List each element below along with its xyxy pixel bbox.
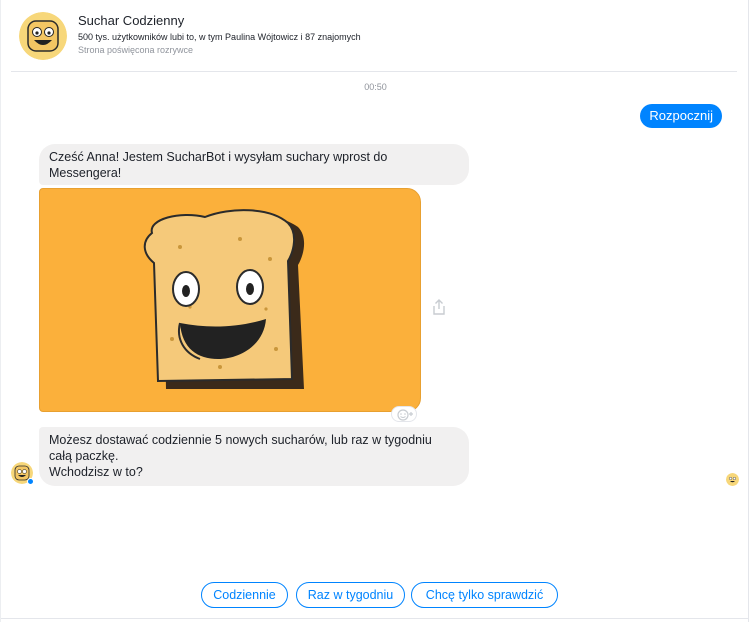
page-likes-text: 500 tys. użytkowników lubi to, w tym Pau…	[78, 32, 361, 42]
incoming-message[interactable]: Cześć Anna! Jestem SucharBot i wysyłam s…	[39, 144, 469, 185]
toast-mascot-image[interactable]	[39, 188, 421, 412]
page-title[interactable]: Suchar Codzienny	[78, 13, 184, 28]
message-line: Wchodzisz w to?	[49, 465, 143, 479]
quick-reply-daily[interactable]: Codziennie	[201, 582, 288, 608]
outgoing-message[interactable]: Rozpocznij	[640, 104, 722, 128]
incoming-message[interactable]: Możesz dostawać codziennie 5 nowych such…	[39, 427, 469, 486]
message-line: całą paczkę.	[49, 449, 119, 463]
message-line: Cześć Anna! Jestem SucharBot i wysyłam s…	[49, 150, 388, 164]
messenger-badge-icon	[27, 478, 34, 485]
quick-reply-weekly[interactable]: Raz w tygodniu	[296, 582, 405, 608]
quick-reply-just-check[interactable]: Chcę tylko sprawdzić	[411, 582, 558, 608]
message-line: Messengera!	[49, 166, 122, 180]
seen-avatar-icon	[726, 473, 739, 486]
message-timestamp: 00:50	[364, 82, 387, 92]
page-avatar[interactable]	[19, 12, 67, 60]
share-icon[interactable]	[431, 298, 447, 316]
add-reaction-icon[interactable]	[391, 406, 417, 422]
divider	[1, 618, 749, 619]
page-description: Strona poświęcona rozrywce	[78, 45, 194, 55]
messenger-window: Suchar Codzienny 500 tys. użytkowników l…	[0, 0, 749, 622]
conversation-header: Suchar Codzienny 500 tys. użytkowników l…	[11, 0, 737, 72]
quick-replies: Codziennie Raz w tygodniu Chcę tylko spr…	[1, 582, 749, 608]
message-line: Możesz dostawać codziennie 5 nowych such…	[49, 433, 432, 447]
